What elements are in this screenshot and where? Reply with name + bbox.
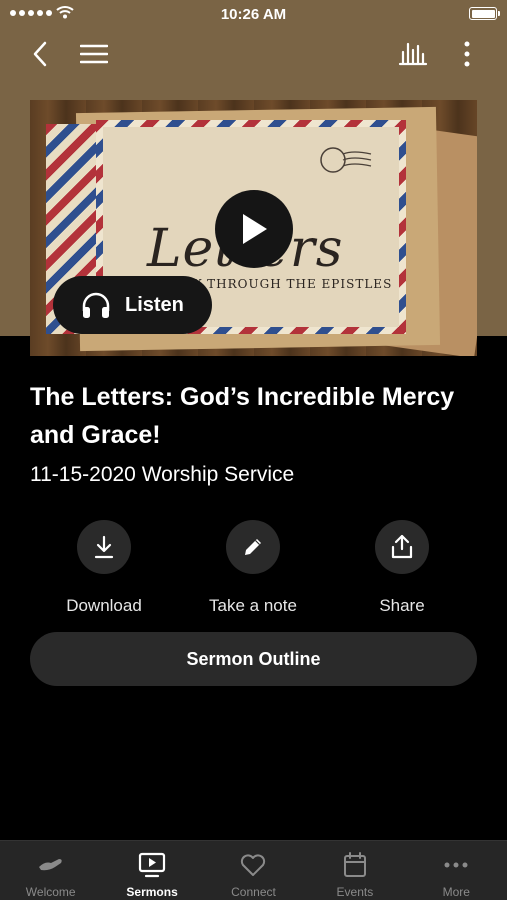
download-button[interactable]: Download	[29, 520, 179, 616]
navigation-bar	[0, 30, 507, 78]
sermons-icon	[138, 851, 166, 879]
sermon-outline-button[interactable]: Sermon Outline	[30, 632, 477, 686]
take-note-button[interactable]: Take a note	[178, 520, 328, 616]
share-button[interactable]: Share	[327, 520, 477, 616]
share-circle[interactable]	[375, 520, 429, 574]
tab-sermons[interactable]: Sermons	[101, 841, 202, 900]
chevron-left-icon	[33, 41, 47, 67]
take-note-label: Take a note	[209, 596, 297, 615]
listen-button[interactable]: Listen	[53, 276, 212, 334]
download-label: Download	[66, 596, 142, 615]
tab-bar: Welcome Sermons Connect Events More	[0, 840, 507, 900]
download-icon	[94, 535, 114, 559]
menu-button[interactable]	[76, 36, 112, 72]
tab-label: Welcome	[25, 885, 76, 899]
pencil-icon	[245, 539, 261, 555]
audio-levels-button[interactable]	[395, 36, 431, 72]
take-note-circle[interactable]	[226, 520, 280, 574]
back-button[interactable]	[22, 36, 58, 72]
tab-events[interactable]: Events	[304, 841, 405, 900]
postmark-icon	[320, 147, 372, 173]
equalizer-icon	[398, 42, 428, 66]
tab-label: Connect	[231, 885, 276, 899]
share-label: Share	[379, 596, 425, 615]
more-options-button[interactable]	[449, 36, 485, 72]
download-circle[interactable]	[77, 520, 131, 574]
tab-more[interactable]: More	[406, 841, 507, 900]
tab-label: Sermons	[126, 885, 178, 899]
listen-label: Listen	[125, 293, 184, 316]
sermon-subtitle: 11-15-2020 Worship Service	[30, 463, 295, 486]
share-icon	[391, 534, 413, 559]
tab-label: Events	[336, 885, 374, 899]
heart-icon	[239, 851, 267, 879]
status-time: 10:26 AM	[220, 6, 287, 23]
calendar-icon	[341, 851, 369, 879]
welcome-icon	[37, 851, 65, 879]
sermon-title: The Letters: God’s Incredible Mercy and …	[30, 383, 455, 449]
status-bar: 10:26 AM	[0, 0, 507, 28]
headphones-icon	[82, 292, 110, 318]
play-icon	[243, 214, 267, 244]
tab-connect[interactable]: Connect	[203, 841, 304, 900]
tab-label: More	[442, 885, 470, 899]
kebab-icon	[464, 41, 470, 67]
tab-welcome[interactable]: Welcome	[0, 841, 101, 900]
play-button[interactable]	[215, 190, 293, 268]
battery-icon	[469, 7, 500, 20]
more-icon	[442, 851, 470, 879]
hamburger-icon	[80, 44, 108, 64]
